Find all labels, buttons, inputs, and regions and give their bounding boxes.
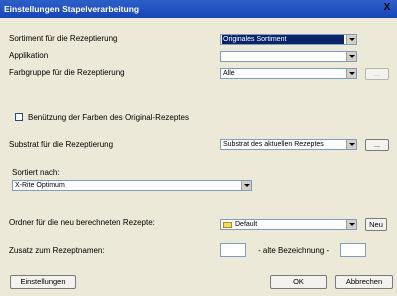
einstellungen-button[interactable]: Einstellungen — [10, 275, 76, 289]
substrat-label: Substrat für die Rezeptierung — [9, 140, 114, 149]
farbgruppe-dropdown[interactable]: Alle — [220, 68, 357, 79]
chevron-down-icon[interactable] — [241, 181, 251, 190]
ordner-dropdown[interactable]: Default — [220, 219, 357, 230]
farbgruppe-value: Alle — [223, 70, 235, 77]
farbgruppe-browse-button[interactable]: ... — [365, 68, 389, 80]
sortiert-value: X-Rite Optimum — [15, 182, 65, 189]
window-title: Einstellungen Stapelverarbeitung — [4, 4, 140, 14]
sortiment-label: Sortiment für die Rezeptierung — [9, 34, 118, 43]
ordner-label: Ordner für die neu berechneten Rezepte: — [9, 218, 155, 227]
chevron-down-icon[interactable] — [346, 35, 356, 44]
substrat-dropdown[interactable]: Substrat des aktuellen Rezeptes — [220, 139, 357, 150]
sortiment-value: Originales Sortiment — [222, 35, 344, 44]
chevron-down-icon[interactable] — [346, 69, 356, 78]
alte-bezeichnung-label: - alte Bezeichnung - — [258, 246, 330, 255]
chevron-down-icon[interactable] — [346, 220, 356, 229]
sortiert-dropdown[interactable]: X-Rite Optimum — [12, 180, 252, 191]
close-icon[interactable]: X — [381, 2, 393, 14]
substrat-browse-button[interactable]: ... — [365, 139, 389, 151]
zusatz-suffix-input[interactable] — [340, 243, 366, 257]
sortiment-dropdown[interactable]: Originales Sortiment — [220, 34, 357, 45]
folder-icon — [223, 222, 232, 228]
benutzung-checkbox[interactable] — [15, 113, 23, 121]
farbgruppe-label: Farbgruppe für die Rezeptierung — [9, 68, 125, 77]
applikation-label: Applikation — [9, 51, 49, 60]
applikation-dropdown[interactable] — [220, 51, 357, 62]
title-bar: Einstellungen Stapelverarbeitung X — [0, 0, 397, 18]
ok-button[interactable]: OK — [270, 275, 327, 289]
chevron-down-icon[interactable] — [346, 140, 356, 149]
applikation-value — [222, 52, 344, 61]
dialog-body: Sortiment für die Rezeptierung Originale… — [0, 18, 397, 296]
zusatz-prefix-input[interactable] — [220, 243, 246, 257]
benutzung-label: Benützung der Farben des Original-Rezept… — [28, 113, 189, 122]
zusatz-label: Zusatz zum Rezeptnamen: — [9, 246, 105, 255]
sortiert-label: Sortiert nach: — [12, 168, 60, 177]
substrat-value: Substrat des aktuellen Rezeptes — [223, 141, 324, 148]
abbrechen-button[interactable]: Abbrechen — [335, 275, 393, 289]
neu-button[interactable]: Neu — [365, 218, 387, 231]
ordner-value: Default — [235, 221, 258, 228]
chevron-down-icon[interactable] — [346, 52, 356, 61]
